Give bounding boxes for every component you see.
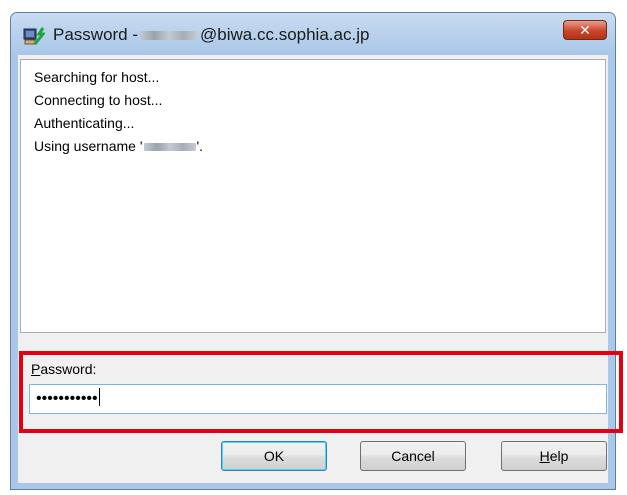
dialog-body: Searching for host... Connecting to host… xyxy=(18,55,608,483)
title-bar[interactable]: Password - @biwa.cc.sophia.ac.jp ✕ xyxy=(11,13,615,55)
text-caret xyxy=(98,388,100,406)
log-line: Searching for host... xyxy=(34,69,160,85)
help-button[interactable]: Help xyxy=(501,441,607,471)
putty-app-icon xyxy=(23,27,45,45)
password-dialog: Password - @biwa.cc.sophia.ac.jp ✕ Searc… xyxy=(10,12,616,490)
close-icon: ✕ xyxy=(579,22,591,38)
redacted-username xyxy=(143,143,196,151)
password-input[interactable]: ••••••••••• xyxy=(29,384,607,414)
title-prefix: Password - xyxy=(53,25,139,44)
cancel-button[interactable]: Cancel xyxy=(360,441,466,471)
title-host: @biwa.cc.sophia.ac.jp xyxy=(200,25,370,44)
help-label-rest: elp xyxy=(549,448,569,464)
window-title: Password - @biwa.cc.sophia.ac.jp xyxy=(53,25,369,45)
ok-label: OK xyxy=(263,448,285,464)
ok-button[interactable]: OK xyxy=(221,441,327,471)
log-line: Authenticating... xyxy=(34,115,135,131)
password-label: Password: xyxy=(31,361,96,377)
password-value: ••••••••••• xyxy=(36,390,98,407)
connection-log: Searching for host... Connecting to host… xyxy=(20,59,606,333)
log-line-username: Using username ' '. xyxy=(34,135,605,158)
log-line-end: '. xyxy=(196,138,204,154)
log-line-text: Using username ' xyxy=(34,138,143,154)
cancel-label: Cancel xyxy=(391,448,435,464)
password-label-mnemonic: P xyxy=(31,361,41,377)
password-label-rest: assword: xyxy=(40,361,97,377)
help-mnemonic: H xyxy=(539,448,550,464)
redacted-username xyxy=(140,30,199,40)
log-line: Connecting to host... xyxy=(34,92,163,108)
close-button[interactable]: ✕ xyxy=(563,20,607,40)
